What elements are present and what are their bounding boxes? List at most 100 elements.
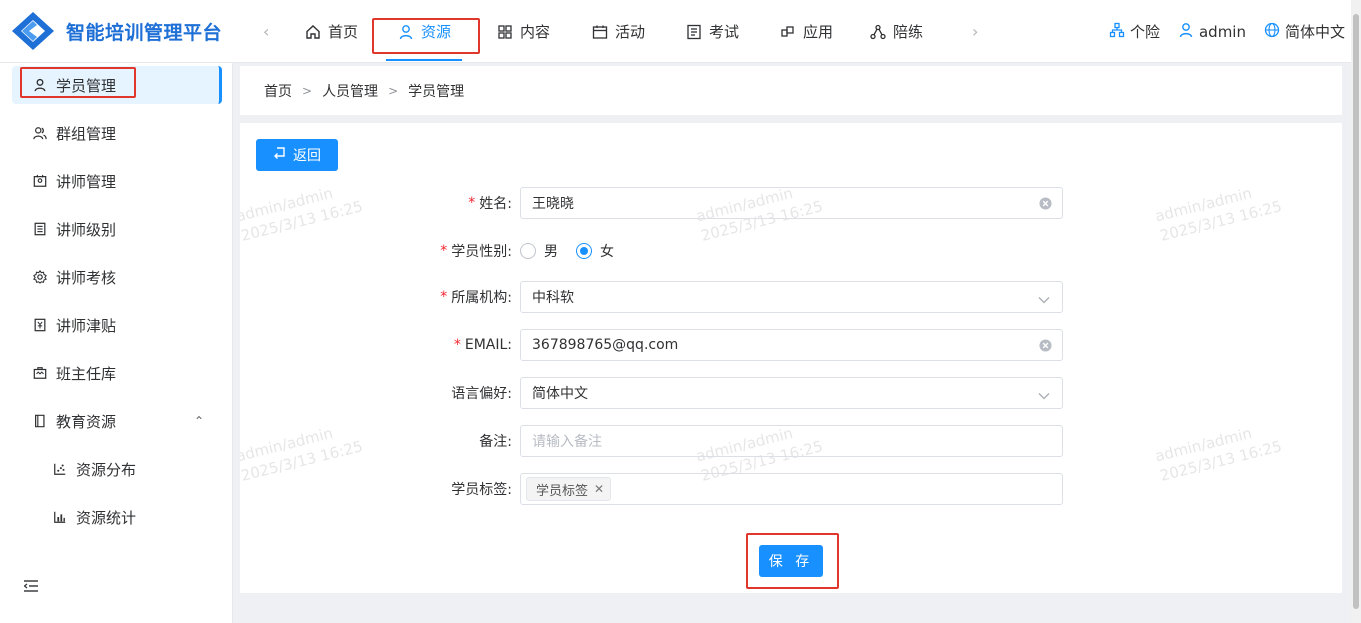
nav-activity-label: 活动 [614,23,645,41]
remark-label: 备注: [479,434,512,450]
form-row-gender: * 学员性别: 男 女 [240,235,1342,267]
required-mark: * [468,195,476,211]
org-switcher[interactable]: 个险 [1109,21,1160,42]
breadcrumb-people-management[interactable]: 人员管理 [322,81,378,101]
sidebar-item-label: 群组管理 [56,124,117,143]
group-icon [32,125,48,141]
language-switcher[interactable]: 简体中文 [1264,21,1345,42]
chevron-down-icon [1038,388,1050,404]
level-icon [32,221,48,237]
sidebar-item-lecturer-assessment[interactable]: 讲师考核 [12,258,222,296]
gender-option-label: 男 [544,244,558,260]
breadcrumb-home[interactable]: 首页 [264,81,292,101]
apps-icon [779,23,797,41]
bar-chart-icon [52,509,68,525]
logo-icon [12,12,54,50]
nav-exam-label: 考试 [708,23,739,41]
sidebar-item-label: 讲师考核 [56,268,117,287]
nav-content[interactable]: 内容 [476,0,570,63]
nav-resources[interactable]: 资源 [372,0,476,63]
form-row-email: * EMAIL: 367898765@qq.com [240,329,1342,361]
chevron-up-icon[interactable]: ⌃ [194,414,204,428]
nav-exam[interactable]: 考试 [666,0,758,63]
sidebar-item-label: 讲师管理 [56,172,117,191]
app-logo[interactable]: 智能培训管理平台 [10,10,222,52]
page-scrollbar[interactable] [1351,0,1361,623]
required-mark: * [453,337,461,353]
tags-label: 学员标签: [451,482,512,498]
form-row-name: * 姓名: 王晓晓 [240,187,1342,219]
back-button-label: 返回 [293,148,321,164]
sidebar-item-headteacher-library[interactable]: 班主任库 [12,354,222,392]
student-form-card: admin/admin 2025/3/13 16:25 admin/admin 20… [240,123,1342,593]
nav-apps-label: 应用 [802,23,833,41]
nav-activity[interactable]: 活动 [570,0,666,63]
remark-input[interactable]: 请输入备注 [520,425,1063,457]
email-value: 367898765@qq.com [532,337,679,353]
sidebar: 学员管理 群组管理 讲师管理 讲师级别 讲师考核 讲师津贴 班主任库 教育资源 … [0,63,233,623]
language-pref-label: 语言偏好: [451,386,512,402]
clear-icon[interactable] [1039,339,1052,356]
sidebar-item-label: 资源统计 [76,508,137,527]
gender-radio-female[interactable]: 女 [576,241,614,261]
name-input[interactable]: 王晓晓 [520,187,1063,219]
allowance-icon [32,317,48,333]
breadcrumb-separator: > [302,83,313,98]
language-label: 简体中文 [1284,23,1345,41]
back-button[interactable]: 返回 [256,139,338,171]
nav-scroll-left-icon[interactable]: ‹ [263,22,269,41]
user-icon [1178,22,1194,42]
user-icon [397,23,415,41]
scatter-chart-icon [52,461,68,477]
save-button[interactable]: 保 存 [759,545,823,577]
gender-label: * 学员性别: [440,243,512,260]
tag-close-icon[interactable]: ✕ [594,482,604,496]
breadcrumb-current: 学员管理 [408,83,465,100]
student-tag: 学员标签 ✕ [526,477,612,501]
gender-radio-male[interactable]: 男 [520,241,558,261]
sidebar-item-label: 讲师津贴 [56,316,117,335]
nav-home[interactable]: 首页 [290,0,372,63]
language-value: 简体中文 [532,386,588,402]
form-row-language: 语言偏好: 简体中文 [240,377,1342,409]
gender-radio-group: 男 女 [520,235,614,267]
globe-icon [1264,22,1280,42]
grid-icon [496,23,514,41]
email-field[interactable]: 367898765@qq.com [520,329,1063,361]
nav-scroll-right-icon[interactable]: › [972,22,978,41]
form-row-org: * 所属机构: 中科软 [240,281,1342,313]
language-select[interactable]: 简体中文 [520,377,1063,409]
form-row-tags: 学员标签: 学员标签 ✕ [240,473,1342,505]
user-menu[interactable]: admin [1178,22,1246,42]
nav-content-label: 内容 [519,23,550,41]
sidebar-item-student-management[interactable]: 学员管理 [12,66,222,104]
tags-select[interactable]: 学员标签 ✕ [520,473,1063,505]
org-label: * 所属机构: [440,289,512,306]
sidebar-item-label: 学员管理 [56,76,117,95]
nav-apps[interactable]: 应用 [758,0,854,63]
sidebar-item-lecturer-level[interactable]: 讲师级别 [12,210,222,248]
tag-label: 学员标签 [536,483,589,499]
nav-practice[interactable]: 陪练 [854,0,938,63]
clear-icon[interactable] [1039,197,1052,214]
org-label: 个险 [1129,23,1160,41]
sidebar-item-resource-distribution[interactable]: 资源分布 [12,450,222,488]
required-mark: * [440,243,448,259]
gender-option-label: 女 [600,244,614,260]
chevron-down-icon [1038,292,1050,308]
radio-unchecked-icon [520,243,536,259]
scrollbar-thumb[interactable] [1353,14,1359,609]
header-tools: 个险 admin 简体中文 [1109,0,1345,63]
sidebar-item-group-management[interactable]: 群组管理 [12,114,222,152]
nav-resources-label: 资源 [420,23,451,41]
top-nav: 首页 资源 内容 活动 考试 应用 陪练 [290,0,938,63]
sidebar-item-education-resources[interactable]: 教育资源 ⌃ [12,402,222,440]
menu-collapse-icon[interactable] [23,580,38,596]
nav-home-label: 首页 [327,23,358,41]
sidebar-item-lecturer-management[interactable]: 讲师管理 [12,162,222,200]
sidebar-item-lecturer-allowance[interactable]: 讲师津贴 [12,306,222,344]
sidebar-item-resource-statistics[interactable]: 资源统计 [12,498,222,536]
remark-placeholder: 请输入备注 [532,434,602,450]
name-label: * 姓名: [468,195,512,212]
org-select[interactable]: 中科软 [520,281,1063,313]
